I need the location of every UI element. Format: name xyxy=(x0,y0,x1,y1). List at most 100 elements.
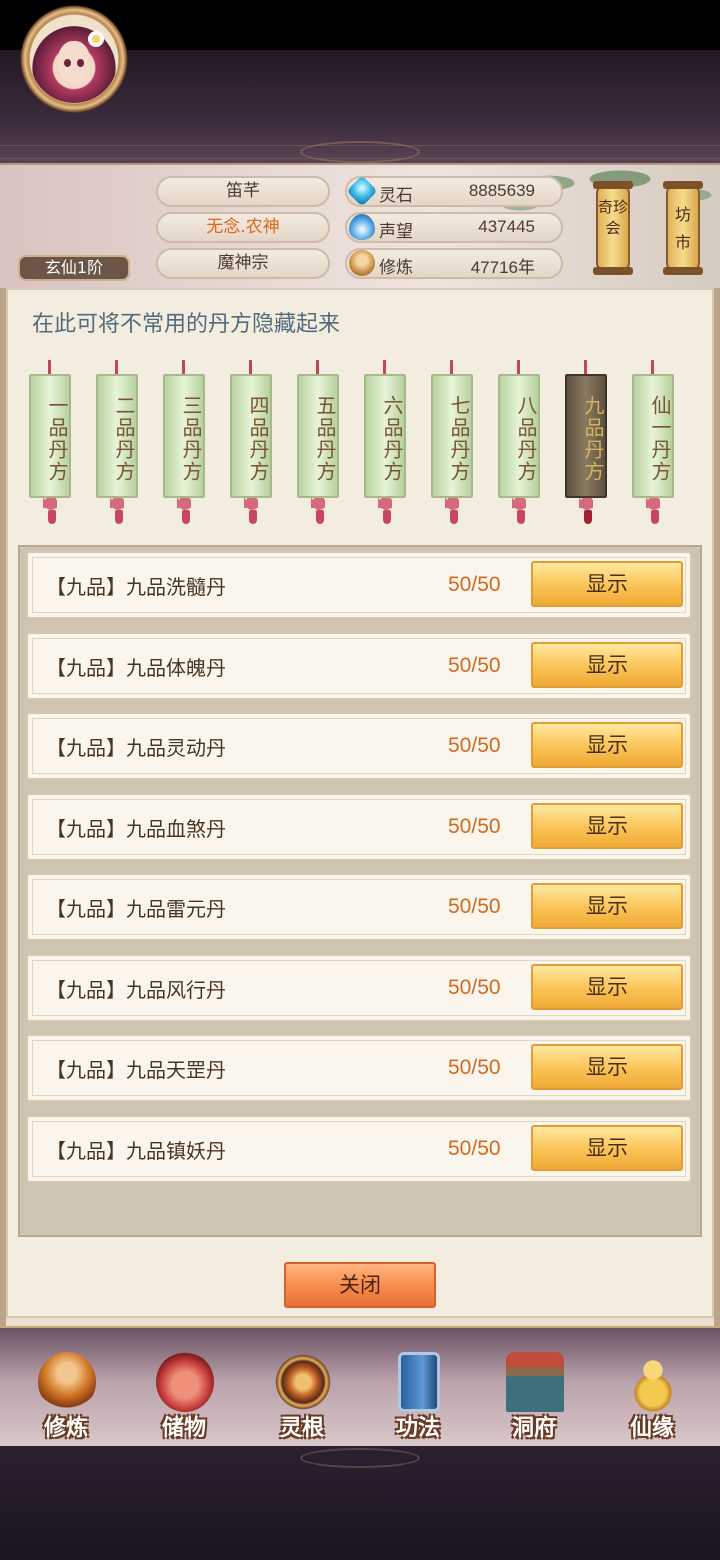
resource-fame: 声望 437445 xyxy=(345,212,563,243)
show-button[interactable]: 显示 xyxy=(531,722,683,768)
recipe-name: 【九品】九品镇妖丹 xyxy=(46,1139,226,1163)
list-item: 【九品】九品天罡丹 50/50 显示 xyxy=(26,1034,692,1102)
tab-label: 九品丹方 xyxy=(565,374,607,498)
recipe-grade-tabs: 一品丹方 二品丹方 三品丹方 四品丹方 五品丹方 六品丹方 七品丹方 八品丹方 xyxy=(22,360,700,530)
player-sect: 魔神宗 xyxy=(156,248,330,279)
tab-label: 二品丹方 xyxy=(96,374,138,498)
tassel-icon xyxy=(311,498,325,524)
tab-grade-5[interactable]: 五品丹方 xyxy=(297,360,339,530)
player-title[interactable]: 无念.农神 xyxy=(156,212,330,243)
nav-label: 洞府 xyxy=(511,1416,556,1441)
tassel-icon xyxy=(378,498,392,524)
tassel-icon xyxy=(110,498,124,524)
spirit-stone-icon xyxy=(346,175,378,207)
nav-label: 储物 xyxy=(161,1416,206,1441)
recipe-name: 【九品】九品灵动丹 xyxy=(46,736,226,760)
recipe-name: 【九品】九品风行丹 xyxy=(46,978,226,1002)
list-item: 【九品】九品灵动丹 50/50 显示 xyxy=(26,712,692,780)
recipe-count: 50/50 xyxy=(448,573,501,596)
show-button[interactable]: 显示 xyxy=(531,803,683,849)
spirit-root-icon xyxy=(274,1352,332,1412)
recipe-name: 【九品】九品洗髓丹 xyxy=(46,575,226,599)
show-button[interactable]: 显示 xyxy=(531,1044,683,1090)
list-item: 【九品】九品血煞丹 50/50 显示 xyxy=(26,793,692,861)
nav-label: 功法 xyxy=(395,1416,440,1441)
cultivation-icon xyxy=(349,250,375,276)
lantern-market[interactable]: 坊市 xyxy=(663,181,703,275)
lantern-treasure-fair[interactable]: 奇珍会 xyxy=(593,181,633,275)
list-item: 【九品】九品体魄丹 50/50 显示 xyxy=(26,632,692,700)
tab-immortal-1[interactable]: 仙一丹方 xyxy=(632,360,674,530)
tab-grade-1[interactable]: 一品丹方 xyxy=(29,360,71,530)
resource-cultivation: 修炼 47716年 xyxy=(345,248,563,279)
show-button[interactable]: 显示 xyxy=(531,964,683,1010)
recipe-name: 【九品】九品天罡丹 xyxy=(46,1058,226,1082)
recipe-name: 【九品】九品雷元丹 xyxy=(46,897,226,921)
resource-spirit-stone: 灵石 8885639 xyxy=(345,175,563,207)
monk-icon xyxy=(38,1352,96,1412)
tab-grade-4[interactable]: 四品丹方 xyxy=(230,360,272,530)
recipe-count: 50/50 xyxy=(448,895,501,918)
tab-label: 六品丹方 xyxy=(364,374,406,498)
show-button[interactable]: 显示 xyxy=(531,561,683,607)
decor-ornament xyxy=(300,1448,420,1468)
tassel-icon xyxy=(579,498,593,524)
resource-value: 8885639 xyxy=(468,181,535,200)
tassel-icon xyxy=(646,498,660,524)
recipe-name: 【九品】九品体魄丹 xyxy=(46,656,226,680)
list-item: 【九品】九品镇妖丹 50/50 显示 xyxy=(26,1115,692,1183)
recipe-count: 50/50 xyxy=(448,1056,501,1079)
recipe-count: 50/50 xyxy=(448,734,501,757)
nav-spirit-root[interactable]: 灵根 xyxy=(252,1352,352,1442)
tassel-icon xyxy=(445,498,459,524)
tassel-icon xyxy=(177,498,191,524)
avatar[interactable] xyxy=(30,15,118,103)
close-button[interactable]: 关闭 xyxy=(284,1262,436,1308)
resource-value: 437445 xyxy=(478,217,535,236)
nav-immortal-fate[interactable]: 仙缘 xyxy=(602,1352,702,1442)
show-button[interactable]: 显示 xyxy=(531,642,683,688)
tab-label: 八品丹方 xyxy=(498,374,540,498)
bottom-decor-band xyxy=(0,1446,720,1560)
show-button[interactable]: 显示 xyxy=(531,1125,683,1171)
resource-label: 修炼 xyxy=(379,258,413,278)
tab-grade-8[interactable]: 八品丹方 xyxy=(498,360,540,530)
nav-label: 修炼 xyxy=(43,1416,88,1441)
show-button[interactable]: 显示 xyxy=(531,883,683,929)
tab-grade-3[interactable]: 三品丹方 xyxy=(163,360,205,530)
nav-storage[interactable]: 储物 xyxy=(134,1352,234,1442)
recipe-name: 【九品】九品血煞丹 xyxy=(46,817,226,841)
nav-techniques[interactable]: 功法 xyxy=(368,1352,468,1442)
list-item: 【九品】九品洗髓丹 50/50 显示 xyxy=(26,551,692,619)
tab-grade-2[interactable]: 二品丹方 xyxy=(96,360,138,530)
recipe-count: 50/50 xyxy=(448,815,501,838)
avatar-face xyxy=(58,41,90,83)
tab-label: 四品丹方 xyxy=(230,374,272,498)
player-name: 笛芊 xyxy=(156,176,330,207)
book-icon xyxy=(398,1352,440,1412)
recipe-count: 50/50 xyxy=(448,1137,501,1160)
list-item: 【九品】九品风行丹 50/50 显示 xyxy=(26,954,692,1022)
tab-grade-9[interactable]: 九品丹方 xyxy=(565,360,607,530)
resource-value: 47716年 xyxy=(470,258,535,277)
panel-hint: 在此可将不常用的丹方隐藏起来 xyxy=(32,312,341,337)
nav-label: 灵根 xyxy=(279,1416,324,1441)
tassel-icon xyxy=(43,498,57,524)
decor-ornament xyxy=(300,141,420,163)
list-item: 【九品】九品雷元丹 50/50 显示 xyxy=(26,873,692,941)
tab-grade-6[interactable]: 六品丹方 xyxy=(364,360,406,530)
tab-grade-7[interactable]: 七品丹方 xyxy=(431,360,473,530)
nav-cave-house[interactable]: 洞府 xyxy=(484,1352,584,1442)
tab-label: 七品丹方 xyxy=(431,374,473,498)
hair-flower-icon xyxy=(88,31,104,47)
tab-label: 三品丹方 xyxy=(163,374,205,498)
resource-label: 灵石 xyxy=(379,186,413,206)
rank-badge: 玄仙1阶 xyxy=(18,255,130,281)
nav-cultivate[interactable]: 修炼 xyxy=(16,1352,116,1442)
recipe-count: 50/50 xyxy=(448,976,501,999)
tab-label: 一品丹方 xyxy=(29,374,71,498)
gourd-icon xyxy=(624,1352,682,1412)
avatar-eye xyxy=(77,59,84,67)
avatar-eye xyxy=(64,59,71,67)
bag-icon xyxy=(156,1352,214,1412)
